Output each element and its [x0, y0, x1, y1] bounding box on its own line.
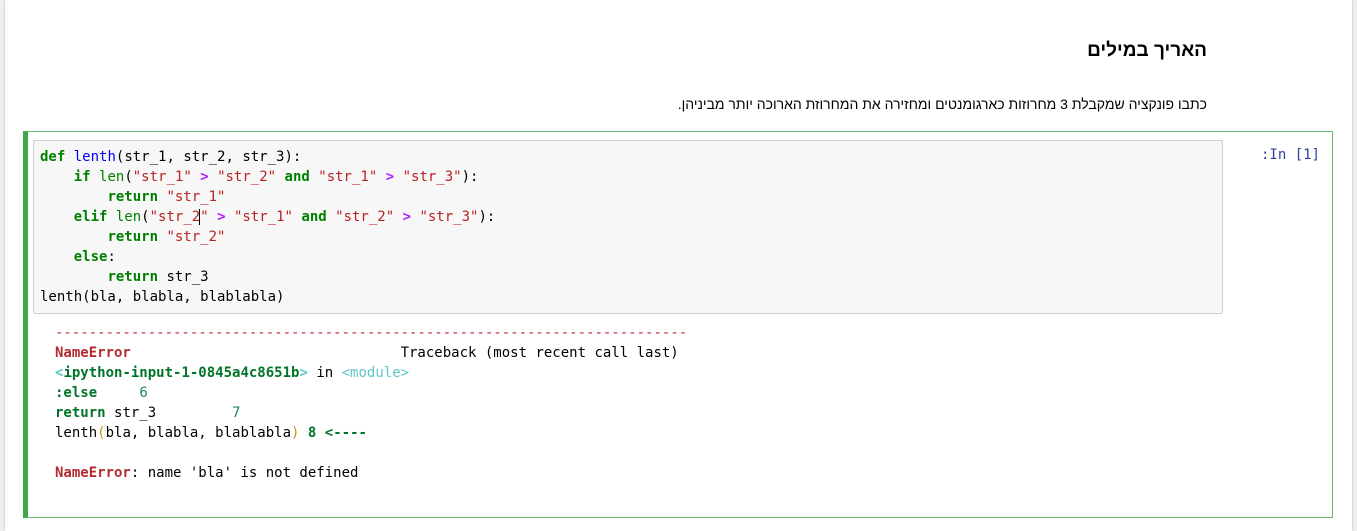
traceback-in: in	[316, 365, 334, 381]
traceback-line-number: 8	[307, 425, 317, 441]
code-token: return	[107, 269, 159, 285]
code-token: else	[73, 249, 108, 265]
traceback-separator: ----------------------------------------…	[55, 325, 688, 341]
code-editor[interactable]: def lenth(str_1, str_2, str_3): if len("…	[33, 140, 1223, 314]
code-token: "str_2	[149, 209, 201, 225]
code-token: if	[73, 169, 91, 185]
cell-output: ----------------------------------------…	[55, 325, 688, 481]
traceback-code: str_3	[114, 405, 157, 421]
traceback-code: lenth	[55, 425, 98, 441]
code-token: def	[40, 149, 66, 165]
code-token: "str_3"	[402, 169, 462, 185]
code-token: "str_3"	[419, 209, 479, 225]
error-name: NameError	[55, 345, 131, 361]
code-token: "	[200, 209, 209, 225]
code-token: >	[200, 169, 209, 185]
code-token: len	[115, 209, 142, 225]
traceback-label: Traceback (most recent call last)	[400, 345, 679, 361]
code-token: lenth	[73, 149, 116, 165]
code-token: "str_2"	[335, 209, 395, 225]
code-cell[interactable]: :In [1] def lenth(str_1, str_2, str_3): …	[23, 131, 1333, 518]
code-token: "str_1"	[166, 189, 226, 205]
input-prompt: :In [1]	[1260, 147, 1320, 163]
traceback-code: return	[55, 405, 106, 421]
notebook-container: האריך במילים כתבו פונקציה שמקבלת 3 מחרוז…	[5, 0, 1352, 531]
code-token: "str_2"	[217, 169, 277, 185]
code-token: "str_1"	[233, 209, 293, 225]
code-token: >	[402, 209, 412, 225]
code-token: str_3	[166, 269, 209, 285]
traceback-arrow: <----	[324, 425, 367, 441]
code-token: (str_1, str_2, str_3):	[115, 149, 302, 165]
traceback-code: bla, blabla, blablabla	[105, 425, 292, 441]
code-text[interactable]: def lenth(str_1, str_2, str_3): if len("…	[40, 147, 495, 307]
code-token: >	[385, 169, 395, 185]
code-token: "str_1"	[318, 169, 378, 185]
code-token: lenth(bla, blabla, blablabla)	[40, 289, 285, 305]
code-token: >	[217, 209, 226, 225]
code-token: return	[107, 189, 159, 205]
error-message: : name 'bla' is not defined	[130, 465, 359, 481]
traceback-input-ref: <ipython-input-1-0845a4c8651b>	[55, 365, 308, 381]
traceback-code: :else	[55, 385, 98, 401]
code-token: and	[284, 169, 310, 185]
code-token: return	[107, 229, 159, 245]
code-token: len	[99, 169, 125, 185]
markdown-heading: האריך במילים	[1087, 40, 1207, 61]
code-token: "str_1"	[132, 169, 192, 185]
traceback-line-number: 7	[232, 405, 241, 421]
traceback-module-ref: <module>	[341, 365, 410, 381]
traceback-line-number: 6	[139, 385, 148, 401]
code-token: elif	[73, 209, 108, 225]
markdown-paragraph: כתבו פונקציה שמקבלת 3 מחרוזות כארגומנטים…	[677, 96, 1207, 112]
code-token: "str_2"	[166, 229, 226, 245]
code-token: and	[301, 209, 327, 225]
error-name-final: NameError	[55, 465, 131, 481]
